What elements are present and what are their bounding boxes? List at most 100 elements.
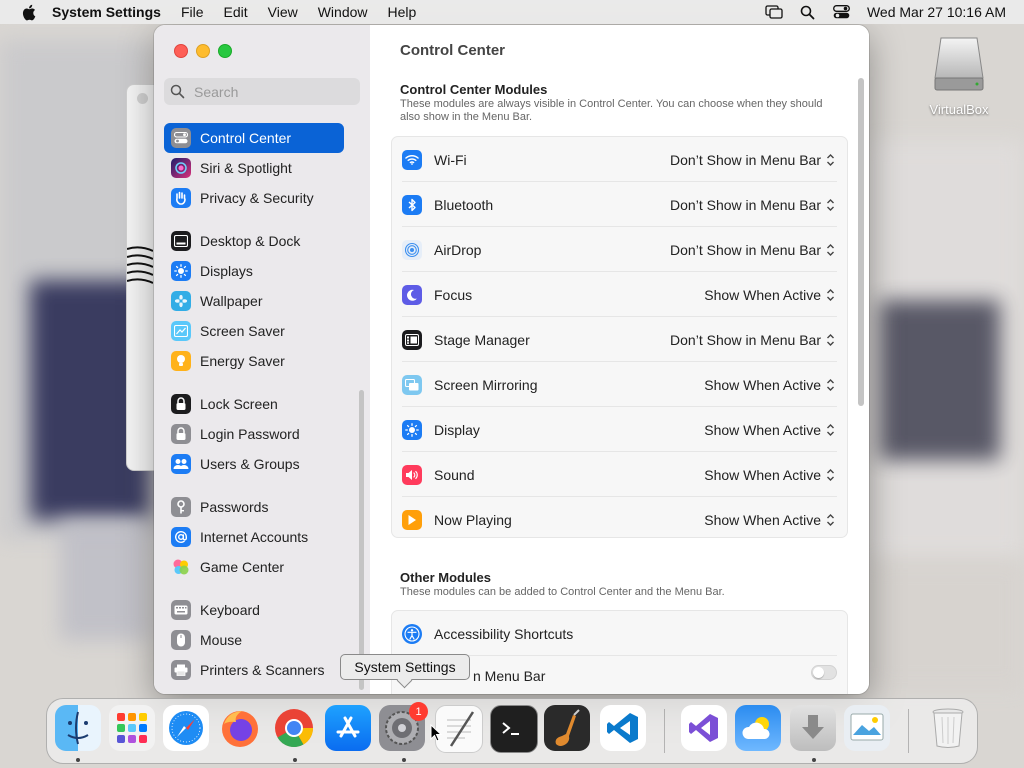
- page-title: Control Center: [400, 42, 505, 59]
- wifi-menu-bar-select[interactable]: Don’t Show in Menu Bar: [670, 152, 835, 168]
- sidebar-item-mouse[interactable]: Mouse: [164, 625, 344, 655]
- sidebar-item-login-password[interactable]: Login Password: [164, 419, 344, 449]
- chrome-icon[interactable]: [271, 705, 317, 751]
- sidebar-item-wallpaper[interactable]: Wallpaper: [164, 286, 344, 316]
- show-in-menu-bar-toggle[interactable]: [811, 665, 837, 680]
- speaker-icon: [402, 464, 422, 485]
- preview-icon[interactable]: [844, 705, 890, 751]
- sidebar-item-siri-spotlight[interactable]: Siri & Spotlight: [164, 153, 344, 183]
- spotlight-search-icon[interactable]: [799, 4, 817, 20]
- printer-icon: [171, 660, 191, 680]
- module-row-now-playing: Now Playing Show When Active: [392, 497, 847, 542]
- sidebar-item-keyboard[interactable]: Keyboard: [164, 595, 344, 625]
- section-title-modules: Control Center Modules: [400, 82, 548, 97]
- visual-studio-icon[interactable]: [681, 705, 727, 751]
- sidebar-item-game-center[interactable]: Game Center: [164, 552, 344, 582]
- select-value: Don’t Show in Menu Bar: [670, 241, 821, 258]
- weather-icon[interactable]: [735, 705, 781, 751]
- section-desc-modules: These modules are always visible in Cont…: [400, 98, 823, 123]
- sidebar-item-label: Login Password: [200, 426, 300, 442]
- sidebar-scrollbar[interactable]: [359, 390, 364, 690]
- trash-icon[interactable]: [925, 705, 971, 751]
- sidebar: Control Center Siri & Spotlight Privacy …: [154, 25, 371, 694]
- zoom-window-button[interactable]: [218, 44, 232, 58]
- sidebar-item-lock-screen[interactable]: Lock Screen: [164, 389, 344, 419]
- screen-mirroring-menu-bar-select[interactable]: Show When Active: [704, 377, 835, 393]
- sidebar-item-internet-accounts[interactable]: Internet Accounts: [164, 522, 344, 552]
- sidebar-item-label: Internet Accounts: [200, 529, 309, 545]
- sidebar-item-label: Lock Screen: [200, 396, 278, 412]
- sound-menu-bar-select[interactable]: Show When Active: [704, 467, 835, 483]
- close-icon[interactable]: [137, 93, 148, 104]
- menu-window[interactable]: Window: [318, 4, 368, 20]
- display-menu-bar-select[interactable]: Show When Active: [704, 422, 835, 438]
- launchpad-icon[interactable]: [109, 705, 155, 751]
- notification-badge: 1: [409, 702, 428, 721]
- bluetooth-menu-bar-select[interactable]: Don’t Show in Menu Bar: [670, 197, 835, 213]
- other-modules-group: Accessibility Shortcuts n Menu Bar: [391, 610, 848, 694]
- content-scrollbar[interactable]: [858, 78, 864, 406]
- system-settings-icon[interactable]: 1: [379, 702, 428, 751]
- focus-menu-bar-select[interactable]: Show When Active: [704, 287, 835, 303]
- vscode-icon[interactable]: [600, 705, 646, 751]
- sidebar-item-displays[interactable]: Displays: [164, 256, 344, 286]
- sidebar-item-screen-saver[interactable]: Screen Saver: [164, 316, 344, 346]
- textedit-icon[interactable]: [435, 705, 483, 753]
- sidebar-item-control-center[interactable]: Control Center: [164, 123, 344, 153]
- dock-icon: [171, 231, 191, 251]
- keyboard-icon: [171, 600, 191, 620]
- menu-file[interactable]: File: [181, 4, 204, 20]
- chevron-updown-icon: [827, 423, 834, 436]
- sidebar-item-label: Privacy & Security: [200, 190, 314, 206]
- key-icon: [171, 497, 191, 517]
- airdrop-icon: [402, 239, 422, 260]
- control-center-icon[interactable]: [833, 4, 851, 20]
- search-field[interactable]: [164, 78, 360, 105]
- sidebar-item-users-groups[interactable]: Users & Groups: [164, 449, 344, 479]
- chevron-updown-icon: [827, 468, 834, 481]
- window-controls: [174, 44, 232, 58]
- app-name-menu[interactable]: System Settings: [52, 4, 161, 20]
- sidebar-item-desktop-dock[interactable]: Desktop & Dock: [164, 226, 344, 256]
- terminal-icon[interactable]: [490, 705, 538, 753]
- firefox-icon[interactable]: [217, 705, 263, 751]
- chevron-updown-icon: [827, 198, 834, 211]
- search-input[interactable]: [192, 82, 356, 101]
- airdrop-menu-bar-select[interactable]: Don’t Show in Menu Bar: [670, 242, 835, 258]
- screen-mirroring-icon[interactable]: [765, 4, 783, 20]
- minimize-window-button[interactable]: [196, 44, 210, 58]
- garageband-icon[interactable]: [544, 705, 590, 751]
- sun-icon: [171, 261, 191, 281]
- downloads-icon[interactable]: [790, 705, 836, 751]
- app-store-icon[interactable]: [325, 705, 371, 751]
- sidebar-item-label: Users & Groups: [200, 456, 300, 472]
- desktop-item-virtualbox[interactable]: VirtualBox: [924, 34, 994, 117]
- sun-icon: [402, 419, 422, 440]
- sidebar-item-passwords[interactable]: Passwords: [164, 492, 344, 522]
- module-row-airdrop: AirDrop Don’t Show in Menu Bar: [392, 227, 847, 272]
- sidebar-item-energy-saver[interactable]: Energy Saver: [164, 346, 344, 376]
- menu-edit[interactable]: Edit: [224, 4, 248, 20]
- content-pane: Control Center Control Center Modules Th…: [370, 25, 869, 694]
- now-playing-menu-bar-select[interactable]: Show When Active: [704, 512, 835, 528]
- sidebar-item-label: Desktop & Dock: [200, 233, 301, 249]
- close-window-button[interactable]: [174, 44, 188, 58]
- menu-help[interactable]: Help: [388, 4, 417, 20]
- finder-icon[interactable]: [55, 705, 101, 751]
- clock[interactable]: Wed Mar 27 10:16 AM: [867, 4, 1006, 20]
- dock: 1: [46, 698, 978, 764]
- stage-manager-menu-bar-select[interactable]: Don’t Show in Menu Bar: [670, 332, 835, 348]
- mouse-icon: [171, 630, 191, 650]
- menu-view[interactable]: View: [268, 4, 298, 20]
- sidebar-item-label: Game Center: [200, 559, 285, 575]
- sidebar-item-label: Printers & Scanners: [200, 662, 325, 678]
- desktop-item-label: VirtualBox: [929, 102, 989, 117]
- lock-icon: [171, 394, 191, 414]
- at-icon: [171, 527, 191, 547]
- apple-menu-icon[interactable]: [18, 4, 38, 20]
- sidebar-item-privacy-security[interactable]: Privacy & Security: [164, 183, 344, 213]
- safari-icon[interactable]: [163, 705, 209, 751]
- module-row-sound: Sound Show When Active: [392, 452, 847, 497]
- sidebar-item-printers-scanners[interactable]: Printers & Scanners: [164, 655, 344, 685]
- select-value: Don’t Show in Menu Bar: [670, 196, 821, 213]
